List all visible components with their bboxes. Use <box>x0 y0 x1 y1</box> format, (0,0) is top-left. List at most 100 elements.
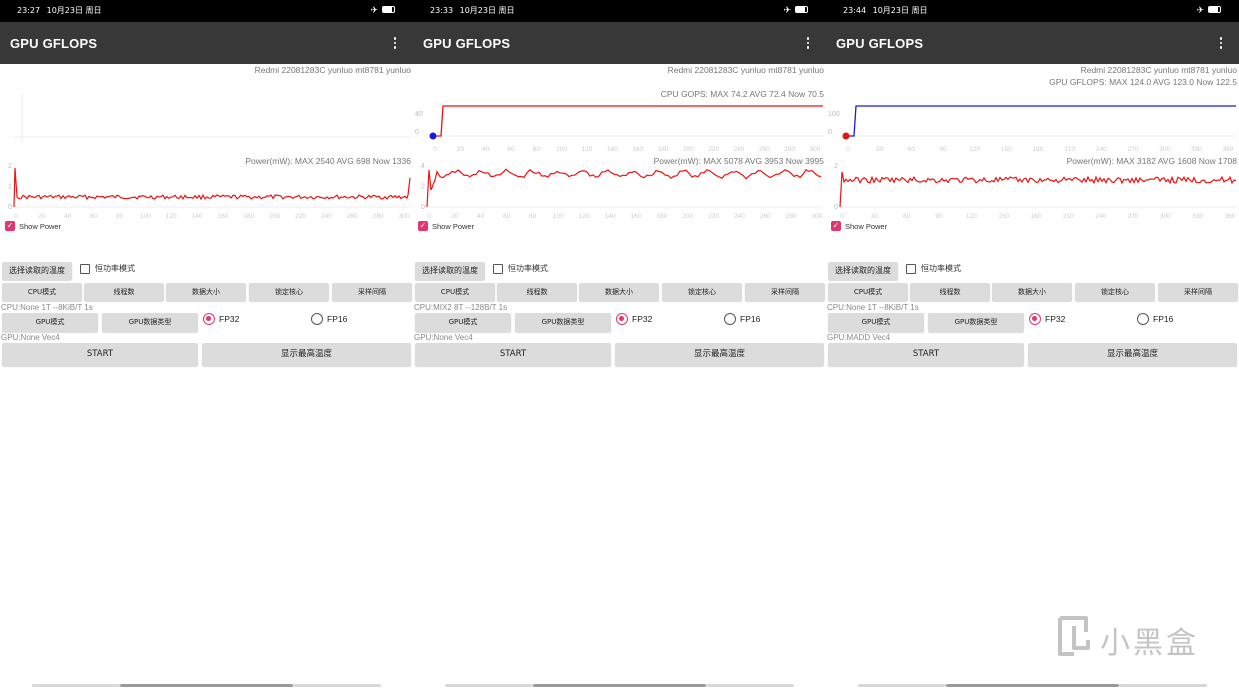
start-button[interactable]: START <box>415 343 611 366</box>
data-size-button[interactable]: 数据大小 <box>166 283 246 301</box>
perf-x-tick: 210 <box>1064 146 1075 153</box>
fp16-radio[interactable]: FP16 <box>1137 313 1173 325</box>
show-power-checkbox[interactable]: ✓ Show Power <box>418 221 474 231</box>
cpu-mode-button[interactable]: CPU模式 <box>2 283 82 301</box>
charts-area: 4000 20 40 60 80 100 120 140 160 180 200 220 240 260 2… <box>415 105 823 220</box>
fp16-radio[interactable]: FP16 <box>311 313 347 325</box>
cpu-mode-button[interactable]: CPU模式 <box>828 283 908 301</box>
perf-series-line <box>846 105 1236 137</box>
show-power-label: Show Power <box>845 221 888 231</box>
show-max-temp-button[interactable]: 显示最高温度 <box>615 343 824 366</box>
status-time: 23:44 <box>843 6 867 15</box>
status-date: 10月23日 周日 <box>459 6 515 15</box>
threads-button[interactable]: 线程数 <box>910 283 990 301</box>
checkbox-unchecked-icon[interactable] <box>80 263 90 274</box>
show-power-label: Show Power <box>19 221 62 231</box>
sample-interval-button[interactable]: 采样间隔 <box>1158 283 1238 301</box>
gpu-mode-button[interactable]: GPU模式 <box>2 313 98 332</box>
perf-x-tick: 80 <box>533 146 541 153</box>
radio-unselected-icon[interactable] <box>724 313 736 325</box>
perf-x-tick: 360 <box>1223 146 1234 153</box>
watermark-text: 小黑盒 <box>1100 626 1199 661</box>
radio-selected-icon[interactable] <box>616 313 628 325</box>
power-x-tick: 40 <box>477 213 485 220</box>
radio-unselected-icon[interactable] <box>1137 313 1149 325</box>
fp32-radio[interactable]: FP32 <box>203 313 239 325</box>
gpu-data-type-button[interactable]: GPU数据类型 <box>928 313 1024 332</box>
radio-selected-icon[interactable] <box>1029 313 1041 325</box>
power-series-line <box>839 171 1237 208</box>
gesture-handle[interactable] <box>533 684 706 687</box>
phone-screen-2: 23:33 10月23日 周日 ✈ GPU GFLOPS Redmi 22081… <box>413 0 826 689</box>
power-x-tick: 80 <box>529 213 537 220</box>
constant-power-checkbox[interactable]: 恒功率模式 <box>906 263 961 274</box>
show-power-label: Show Power <box>432 221 475 231</box>
power-x-tick: 180 <box>243 213 254 220</box>
perf-x-tick: 0 <box>433 146 437 153</box>
gpu-mode-button[interactable]: GPU模式 <box>415 313 511 332</box>
gesture-handle[interactable] <box>120 684 293 687</box>
gpu-data-type-button[interactable]: GPU数据类型 <box>515 313 611 332</box>
lock-core-button[interactable]: 锁定核心 <box>662 283 742 301</box>
fp32-label: FP32 <box>632 314 653 324</box>
power-x-tick: 160 <box>631 213 642 220</box>
overflow-menu-icon[interactable] <box>1218 37 1224 51</box>
show-power-checkbox[interactable]: ✓ Show Power <box>831 221 887 231</box>
sample-interval-button[interactable]: 采样间隔 <box>332 283 412 301</box>
fp32-radio[interactable]: FP32 <box>1029 313 1065 325</box>
radio-selected-icon[interactable] <box>203 313 215 325</box>
sample-interval-button[interactable]: 采样间隔 <box>745 283 825 301</box>
constant-power-checkbox[interactable]: 恒功率模式 <box>80 263 135 274</box>
show-max-temp-button[interactable]: 显示最高温度 <box>202 343 411 366</box>
show-max-temp-button[interactable]: 显示最高温度 <box>1028 343 1237 366</box>
data-size-button[interactable]: 数据大小 <box>992 283 1072 301</box>
status-date: 10月23日 周日 <box>872 6 928 15</box>
power-series-line <box>426 168 822 208</box>
start-button[interactable]: START <box>2 343 198 366</box>
power-x-tick: 60 <box>503 213 511 220</box>
overflow-menu-icon[interactable] <box>805 37 811 51</box>
checkbox-unchecked-icon[interactable] <box>906 263 916 274</box>
fp16-radio[interactable]: FP16 <box>724 313 760 325</box>
power-summary: Power(mW): MAX 2540 AVG 698 Now 1336 <box>245 156 411 166</box>
power-x-tick: 240 <box>734 213 745 220</box>
select-temperature-button[interactable]: 选择读取的温度 <box>2 262 72 280</box>
gpu-config-text: GPU:None Vec4 <box>1 333 60 342</box>
select-temperature-button[interactable]: 选择读取的温度 <box>828 262 898 280</box>
radio-unselected-icon[interactable] <box>311 313 323 325</box>
power-x-tick: 220 <box>295 213 306 220</box>
lock-core-button[interactable]: 锁定核心 <box>1075 283 1155 301</box>
airplane-mode-icon: ✈ <box>1196 6 1206 16</box>
fp32-radio[interactable]: FP32 <box>616 313 652 325</box>
gesture-handle[interactable] <box>946 684 1119 687</box>
checkbox-checked-icon[interactable]: ✓ <box>418 221 428 231</box>
status-bar: 23:27 10月23日 周日 ✈ <box>0 0 413 22</box>
gpu-mode-button[interactable]: GPU模式 <box>828 313 924 332</box>
fp16-label: FP16 <box>327 314 348 324</box>
power-y-tick: 0 <box>834 204 838 211</box>
checkbox-checked-icon[interactable]: ✓ <box>831 221 841 231</box>
threads-button[interactable]: 线程数 <box>497 283 577 301</box>
battery-icon <box>795 6 808 13</box>
power-x-tick: 200 <box>682 213 693 220</box>
cpu-mode-button[interactable]: CPU模式 <box>415 283 495 301</box>
data-size-button[interactable]: 数据大小 <box>579 283 659 301</box>
checkbox-unchecked-icon[interactable] <box>493 263 503 274</box>
overflow-menu-icon[interactable] <box>392 37 398 51</box>
select-temperature-button[interactable]: 选择读取的温度 <box>415 262 485 280</box>
perf-x-tick: 270 <box>1128 146 1139 153</box>
checkbox-checked-icon[interactable]: ✓ <box>5 221 15 231</box>
gpu-data-type-button[interactable]: GPU数据类型 <box>102 313 198 332</box>
app-title: GPU GFLOPS <box>423 36 511 51</box>
show-power-checkbox[interactable]: ✓ Show Power <box>5 221 61 231</box>
power-x-tick: 0 <box>427 213 431 220</box>
constant-power-checkbox[interactable]: 恒功率模式 <box>493 263 548 274</box>
perf-x-tick: 30 <box>876 146 884 153</box>
start-button[interactable]: START <box>828 343 1024 366</box>
threads-button[interactable]: 线程数 <box>84 283 164 301</box>
power-x-tick: 120 <box>166 213 177 220</box>
lock-core-button[interactable]: 锁定核心 <box>249 283 329 301</box>
perf-x-tick: 200 <box>683 146 694 153</box>
power-x-tick: 240 <box>1095 213 1106 220</box>
status-time: 23:27 <box>17 6 41 15</box>
